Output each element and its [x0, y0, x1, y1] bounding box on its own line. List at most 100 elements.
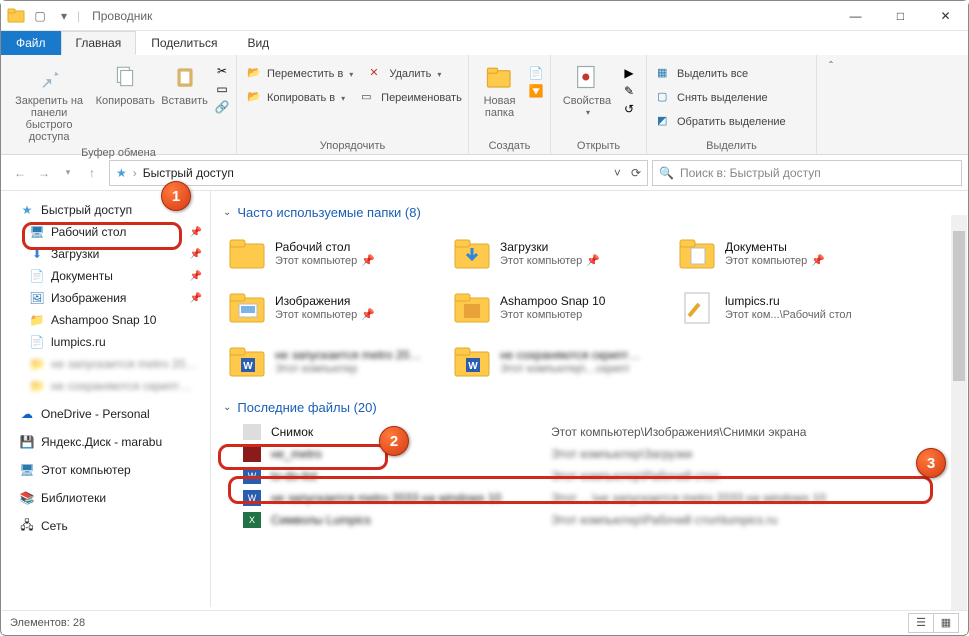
navigation-pane[interactable]: ★ Быстрый доступ 🖥Рабочий стол📌 ⬇Загрузк…: [1, 191, 211, 607]
minimize-button[interactable]: —: [833, 1, 878, 31]
group-label-select: Выделить: [653, 138, 810, 152]
up-button[interactable]: ↑: [83, 166, 101, 180]
recent-files-header[interactable]: ⌄ Последние файлы (20): [223, 394, 956, 421]
details-view-button[interactable]: ☰: [908, 613, 934, 633]
titlebar: ▢ ▾ | Проводник — □ ✕: [1, 1, 968, 31]
refresh-button[interactable]: ⟳: [631, 166, 641, 180]
rename-button[interactable]: ▭Переименовать: [357, 89, 466, 107]
folder-tile-documents[interactable]: ДокументыЭтот компьютер📌: [673, 230, 898, 278]
copy-path-icon[interactable]: ▭: [214, 81, 230, 97]
recent-file-snimok[interactable]: Снимок Этот компьютер\Изображения\Снимки…: [223, 421, 956, 443]
sidebar-quick-access[interactable]: ★ Быстрый доступ: [1, 199, 210, 221]
image-file-icon: [243, 424, 261, 440]
copy-to-button[interactable]: 📂Копировать в▾: [243, 89, 349, 107]
pin-icon: 📌: [190, 293, 202, 304]
recent-locations-button[interactable]: ▾: [59, 167, 77, 178]
paste-button[interactable]: Вставить: [159, 59, 210, 109]
sidebar-yandex[interactable]: 💾Яндекс.Диск - marabu: [1, 431, 210, 453]
folder-tile-blurred[interactable]: W не запускается metro 20…Этот компьютер: [223, 338, 448, 386]
yandex-disk-icon: 💾: [19, 434, 35, 450]
delete-button[interactable]: ✕Удалить▾: [365, 65, 445, 83]
desktop-icon: 🖥: [29, 224, 45, 240]
ribbon: Закрепить на панели быстрого доступа Коп…: [1, 55, 968, 155]
address-bar[interactable]: ★ › Быстрый доступ ˅ ⟳: [109, 160, 648, 186]
text-file-icon: [677, 288, 717, 328]
scrollbar-thumb[interactable]: [953, 231, 965, 381]
pin-icon: [33, 61, 65, 93]
properties-button[interactable]: Свойства▾: [557, 59, 617, 120]
search-box[interactable]: 🔍 Поиск в: Быстрый доступ: [652, 160, 962, 186]
pin-icon: 📌: [811, 255, 825, 268]
cut-icon[interactable]: ✂: [214, 63, 230, 79]
sidebar-item-blurred[interactable]: 📁не сохраняются скрипт…: [1, 375, 210, 397]
tab-file[interactable]: Файл: [1, 31, 61, 55]
sidebar-onedrive[interactable]: ☁OneDrive - Personal: [1, 403, 210, 425]
frequent-folders-grid: Рабочий столЭтот компьютер📌 ЗагрузкиЭтот…: [223, 226, 956, 394]
forward-button[interactable]: →: [35, 166, 53, 180]
svg-text:W: W: [243, 361, 253, 372]
sidebar-libraries[interactable]: 📚Библиотеки: [1, 487, 210, 509]
pin-icon: 📌: [586, 255, 600, 268]
select-none-button[interactable]: ▢Снять выделение: [653, 89, 810, 107]
new-item-icon[interactable]: 📄: [528, 65, 544, 81]
recent-file-blurred[interactable]: XСимволы LumpicsЭтот компьютер\Рабочий с…: [223, 509, 956, 531]
easy-access-icon[interactable]: 🔽: [528, 83, 544, 99]
move-to-button[interactable]: 📂Переместить в▾: [243, 65, 357, 83]
sidebar-item-documents[interactable]: 📄Документы📌: [1, 265, 210, 287]
recent-file-blurred[interactable]: Wto-do-listЭтот компьютер\Рабочий стол: [223, 465, 956, 487]
folder-tile-downloads[interactable]: ЗагрузкиЭтот компьютер📌: [448, 230, 673, 278]
group-label-organize: Упорядочить: [243, 138, 462, 152]
sidebar-item-desktop[interactable]: 🖥Рабочий стол📌: [1, 221, 210, 243]
folder-tile-ashampoo[interactable]: Ashampoo Snap 10Этот компьютер: [448, 284, 673, 332]
select-all-button[interactable]: ▦Выделить все: [653, 65, 810, 83]
maximize-button[interactable]: □: [878, 1, 923, 31]
history-icon[interactable]: ↺: [621, 101, 637, 117]
collapse-ribbon-button[interactable]: ˆ: [817, 55, 845, 154]
copy-button[interactable]: Копировать: [95, 59, 155, 109]
copy-icon: [109, 61, 141, 93]
sidebar-network[interactable]: 🖧Сеть: [1, 515, 210, 537]
recent-file-blurred[interactable]: Wне запускается metro 2033 на windows 10…: [223, 487, 956, 509]
select-all-icon: ▦: [657, 66, 673, 82]
sidebar-item-downloads[interactable]: ⬇Загрузки📌: [1, 243, 210, 265]
move-to-icon: 📂: [247, 66, 263, 82]
invert-selection-button[interactable]: ◩Обратить выделение: [653, 113, 810, 131]
star-icon: ★: [19, 202, 35, 218]
sidebar-item-blurred[interactable]: 📁не запускается metro 20…: [1, 353, 210, 375]
sidebar-this-pc[interactable]: 🖥Этот компьютер: [1, 459, 210, 481]
group-label-clipboard: Буфер обмена: [7, 145, 230, 159]
tab-view[interactable]: Вид: [232, 31, 284, 55]
pin-icon: 📌: [190, 249, 202, 260]
address-drop-button[interactable]: ˅: [614, 166, 621, 180]
content-pane[interactable]: ⌄ Часто используемые папки (8) Рабочий с…: [211, 191, 968, 607]
tab-home[interactable]: Главная: [61, 31, 137, 55]
pin-icon: 📌: [190, 271, 202, 282]
pictures-folder-icon: [227, 288, 267, 328]
pin-quick-access-button[interactable]: Закрепить на панели быстрого доступа: [7, 59, 91, 145]
open-icon[interactable]: ▶: [621, 65, 637, 81]
new-folder-button[interactable]: Новая папка: [475, 59, 524, 121]
paste-shortcut-icon[interactable]: 🔗: [214, 99, 230, 115]
pictures-icon: 🖼: [29, 290, 45, 306]
large-icons-view-button[interactable]: ▦: [933, 613, 959, 633]
folder-tile-lumpics[interactable]: lumpics.ruЭтот ком...\Рабочий стол: [673, 284, 898, 332]
sidebar-item-lumpics[interactable]: 📄lumpics.ru: [1, 331, 210, 353]
sidebar-item-ashampoo[interactable]: 📁Ashampoo Snap 10: [1, 309, 210, 331]
folder-tile-pictures[interactable]: ИзображенияЭтот компьютер📌: [223, 284, 448, 332]
qat-item[interactable]: ▾: [53, 5, 75, 27]
frequent-folders-header[interactable]: ⌄ Часто используемые папки (8): [223, 199, 956, 226]
tab-share[interactable]: Поделиться: [136, 31, 232, 55]
recent-file-blurred[interactable]: не_metroЭтот компьютер\Загрузки: [223, 443, 956, 465]
folder-icon: 📁: [29, 312, 45, 328]
folder-tile-desktop[interactable]: Рабочий столЭтот компьютер📌: [223, 230, 448, 278]
vertical-scrollbar[interactable]: [951, 215, 967, 613]
edit-icon[interactable]: ✎: [621, 83, 637, 99]
qat-item[interactable]: ▢: [29, 5, 51, 27]
close-button[interactable]: ✕: [923, 1, 968, 31]
delete-icon: ✕: [369, 66, 385, 82]
back-button[interactable]: ←: [11, 166, 29, 180]
folder-tile-blurred[interactable]: W не сохраняются скрипт…Этот компьютер\……: [448, 338, 673, 386]
sidebar-item-pictures[interactable]: 🖼Изображения📌: [1, 287, 210, 309]
group-label-open: Открыть: [557, 138, 640, 152]
folder-icon: W: [452, 342, 492, 382]
